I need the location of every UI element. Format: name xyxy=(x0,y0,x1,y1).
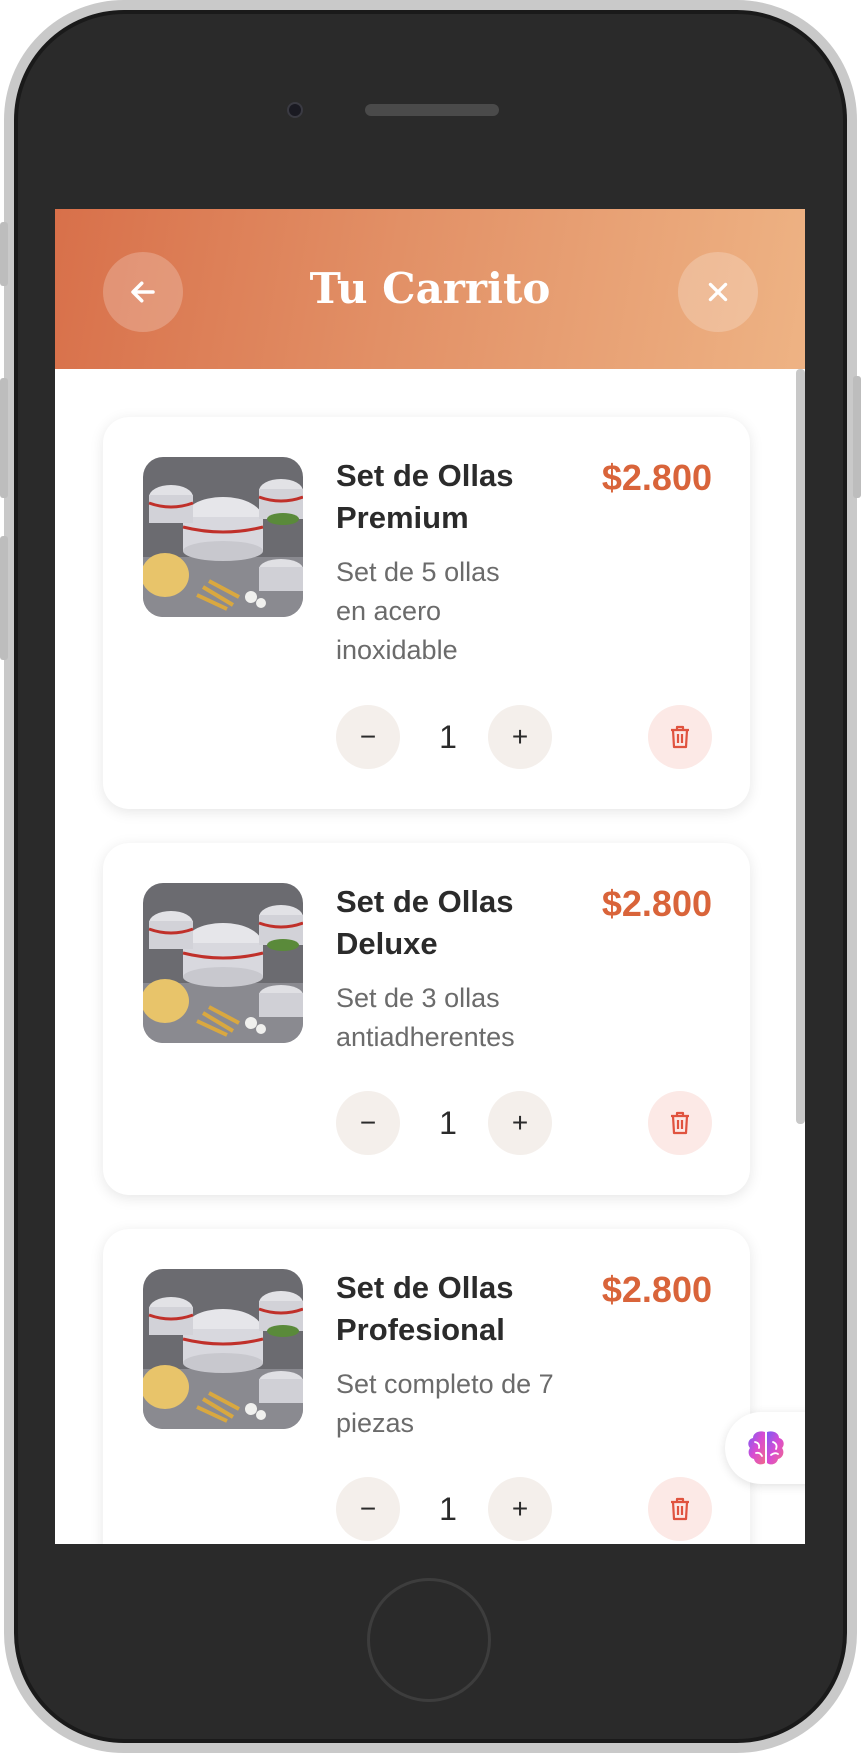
delete-item-button[interactable] xyxy=(648,705,712,769)
delete-item-button[interactable] xyxy=(648,1091,712,1155)
cart-item: Set de Ollas Deluxe $2.800 Set de 3 olla… xyxy=(103,843,750,1195)
trash-icon xyxy=(671,725,689,749)
product-name: Set de Ollas Deluxe xyxy=(336,884,514,961)
product-price: $2.800 xyxy=(601,457,712,498)
product-image xyxy=(143,457,303,617)
decrease-quantity-button[interactable]: − xyxy=(336,1477,400,1541)
product-description: Set completo de 7 piezas xyxy=(336,1369,554,1438)
volume-down-button xyxy=(0,536,8,660)
cart-item: Set de Ollas Premium $2.800 Set de 5 oll… xyxy=(103,417,750,809)
cookware-image xyxy=(143,457,303,617)
product-description: Set de 5 ollas en acero inoxidable xyxy=(336,557,500,665)
trash-icon xyxy=(671,1497,689,1521)
scrollbar[interactable] xyxy=(796,369,805,1124)
cookware-image xyxy=(143,1269,303,1429)
brain-icon xyxy=(748,1431,784,1465)
product-description: Set de 3 ollas antiadherentes xyxy=(336,983,515,1052)
power-button xyxy=(853,376,861,498)
product-image xyxy=(143,883,303,1043)
decrease-quantity-button[interactable]: − xyxy=(336,705,400,769)
close-icon xyxy=(708,282,728,302)
cart-item: Set de Ollas Profesional $2.800 Set comp… xyxy=(103,1229,750,1544)
home-button[interactable] xyxy=(367,1578,491,1702)
product-image xyxy=(143,1269,303,1429)
product-name: Set de Ollas Profesional xyxy=(336,1270,514,1347)
product-price: $2.800 xyxy=(601,883,712,924)
silent-switch xyxy=(0,222,8,286)
quantity-value: 1 xyxy=(439,719,457,755)
product-price: $2.800 xyxy=(601,1269,712,1310)
ai-assistant-button[interactable] xyxy=(725,1412,805,1484)
speaker-grille xyxy=(365,104,499,116)
front-camera xyxy=(287,102,303,118)
decrease-quantity-button[interactable]: − xyxy=(336,1091,400,1155)
increase-quantity-button[interactable]: + xyxy=(488,705,552,769)
product-name: Set de Ollas Premium xyxy=(336,458,514,535)
quantity-value: 1 xyxy=(439,1105,457,1141)
trash-icon xyxy=(671,1111,689,1135)
quantity-value: 1 xyxy=(439,1491,457,1527)
cart-header: Tu Carrito xyxy=(55,209,805,369)
close-button[interactable] xyxy=(678,252,758,332)
delete-item-button[interactable] xyxy=(648,1477,712,1541)
volume-up-button xyxy=(0,378,8,498)
app-screen: Tu Carrito Set de Ollas Premium $2.800 S… xyxy=(55,209,805,1544)
increase-quantity-button[interactable]: + xyxy=(488,1091,552,1155)
increase-quantity-button[interactable]: + xyxy=(488,1477,552,1541)
cookware-image xyxy=(143,883,303,1043)
